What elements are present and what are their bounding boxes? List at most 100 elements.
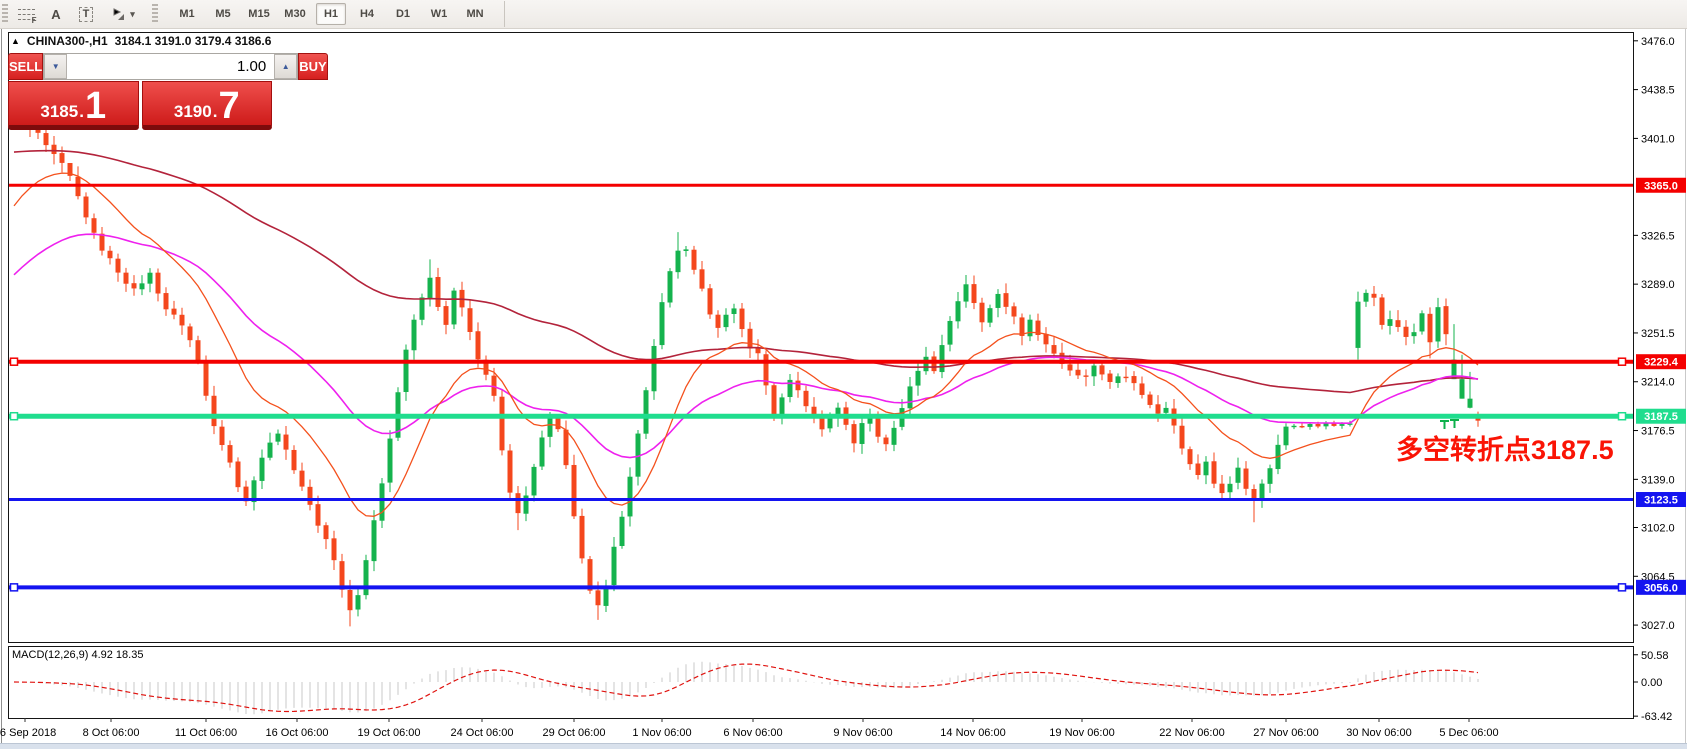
time-axis: 26 Sep 20188 Oct 06:0011 Oct 06:0016 Oct… (0, 718, 1499, 739)
line-handle[interactable] (1619, 584, 1626, 591)
one-click-trading-panel: SELL ▼ ▲ BUY 3185 . 1 3190 . 7 (8, 53, 272, 130)
candle-body (852, 424, 857, 443)
date-tick-label: 29 Oct 06:00 (543, 727, 606, 739)
candles-layer (12, 105, 1481, 626)
candle-body (540, 437, 545, 466)
chart-text-annotation[interactable]: 多空转折点3187.5 (1396, 428, 1614, 467)
candle-body (444, 306, 449, 325)
label-tool-button[interactable]: T (74, 3, 98, 25)
text-tool-button[interactable]: A (44, 3, 68, 25)
price-label-text: 3229.4 (1644, 357, 1679, 369)
toolbar-drag-handle-2[interactable] (152, 4, 158, 24)
candle-body (1108, 374, 1113, 382)
line-handle[interactable] (1619, 358, 1626, 365)
candle-body (1316, 424, 1321, 426)
macd-layer (14, 662, 1478, 714)
line-handle[interactable] (1619, 413, 1626, 420)
candle-body (1204, 462, 1209, 476)
candle-body (324, 525, 329, 539)
timeframe-button-M30[interactable]: M30 (280, 3, 310, 25)
volume-input[interactable] (67, 54, 274, 79)
candle-body (884, 438, 889, 445)
timeframe-button-D1[interactable]: D1 (388, 3, 418, 25)
candle-body (940, 345, 945, 372)
date-tick-label: 14 Nov 06:00 (940, 727, 1005, 739)
toolbar-drag-handle[interactable] (2, 4, 8, 24)
date-tick-label: 26 Sep 2018 (0, 727, 56, 739)
candle-body (1212, 461, 1217, 483)
buy-price-tile[interactable]: 3190 . 7 (142, 81, 273, 130)
candle-body (260, 458, 265, 481)
candle-body (1044, 334, 1049, 344)
timeframe-button-MN[interactable]: MN (460, 3, 490, 25)
candle-body (1308, 424, 1313, 427)
timeframe-button-W1[interactable]: W1 (424, 3, 454, 25)
candle-body (332, 538, 337, 560)
candle-body (1004, 293, 1009, 307)
candle-body (380, 483, 385, 520)
timeframe-button-M5[interactable]: M5 (208, 3, 238, 25)
line-handle[interactable] (11, 584, 18, 591)
candle-body (972, 284, 977, 303)
candle-body (772, 385, 777, 416)
candle-body (1164, 408, 1169, 413)
fibonacci-tool-button[interactable]: F (14, 3, 38, 25)
date-tick-label: 9 Nov 06:00 (833, 727, 892, 739)
bottom-strip (0, 743, 1687, 749)
buy-price-sep: . (213, 103, 218, 122)
timeframe-button-H4[interactable]: H4 (352, 3, 382, 25)
price-tick-label: 3326.5 (1641, 230, 1675, 242)
symbol-period-label: CHINA300-,H1 (27, 34, 108, 48)
price-tick-label: 3214.0 (1641, 377, 1675, 389)
candle-body (596, 590, 601, 605)
buy-button[interactable]: BUY (298, 53, 327, 80)
line-handle[interactable] (11, 413, 18, 420)
candle-body (796, 381, 801, 391)
candle-body (908, 386, 913, 408)
timeframe-button-M15[interactable]: M15 (244, 3, 274, 25)
timeframe-button-H1[interactable]: H1 (316, 3, 346, 25)
volume-decrease-button[interactable]: ▼ (44, 54, 67, 79)
sell-button[interactable]: SELL (8, 53, 43, 80)
candle-body (84, 197, 89, 218)
candle-body (1052, 345, 1057, 354)
candle-body (668, 271, 673, 302)
candle-body (860, 423, 865, 444)
candle-body (1356, 302, 1361, 348)
sell-price-tile[interactable]: 3185 . 1 (8, 81, 139, 130)
candle-body (932, 356, 937, 371)
timeframe-button-M1[interactable]: M1 (172, 3, 202, 25)
ma-110-line (14, 151, 1478, 393)
candle-body (1100, 365, 1105, 374)
sell-price-big-digit: 1 (85, 91, 106, 122)
date-tick-label: 8 Oct 06:00 (83, 727, 140, 739)
candle-body (676, 251, 681, 273)
candle-body (188, 326, 193, 340)
candle-body (1300, 426, 1305, 427)
line-handle[interactable] (11, 358, 18, 365)
date-tick-label: 19 Oct 06:00 (358, 727, 421, 739)
collapse-panel-arrow[interactable]: ▲ (11, 36, 20, 46)
candle-body (620, 517, 625, 546)
candle-body (1180, 426, 1185, 449)
candle-body (1292, 426, 1297, 427)
candle-body (532, 467, 537, 496)
candle-body (356, 595, 361, 609)
candle-body (828, 418, 833, 429)
price-label-text: 3187.5 (1644, 411, 1678, 423)
candle-body (1284, 427, 1289, 446)
volume-increase-button[interactable]: ▲ (274, 54, 297, 79)
candle-body (1188, 449, 1193, 464)
candle-body (428, 278, 433, 298)
candle-body (220, 427, 225, 445)
arrows-tool-button[interactable]: ▾ (106, 3, 140, 25)
mt4-window: 3476.03438.53401.03326.53289.03251.53214… (0, 0, 1687, 749)
candle-body (52, 145, 57, 154)
candle-body (236, 462, 241, 488)
candle-body (1364, 293, 1369, 302)
volume-box: ▼ ▲ (43, 53, 298, 80)
candle-body (316, 504, 321, 526)
candle-body (988, 308, 993, 322)
candle-body (108, 251, 113, 258)
candle-body (692, 250, 697, 270)
